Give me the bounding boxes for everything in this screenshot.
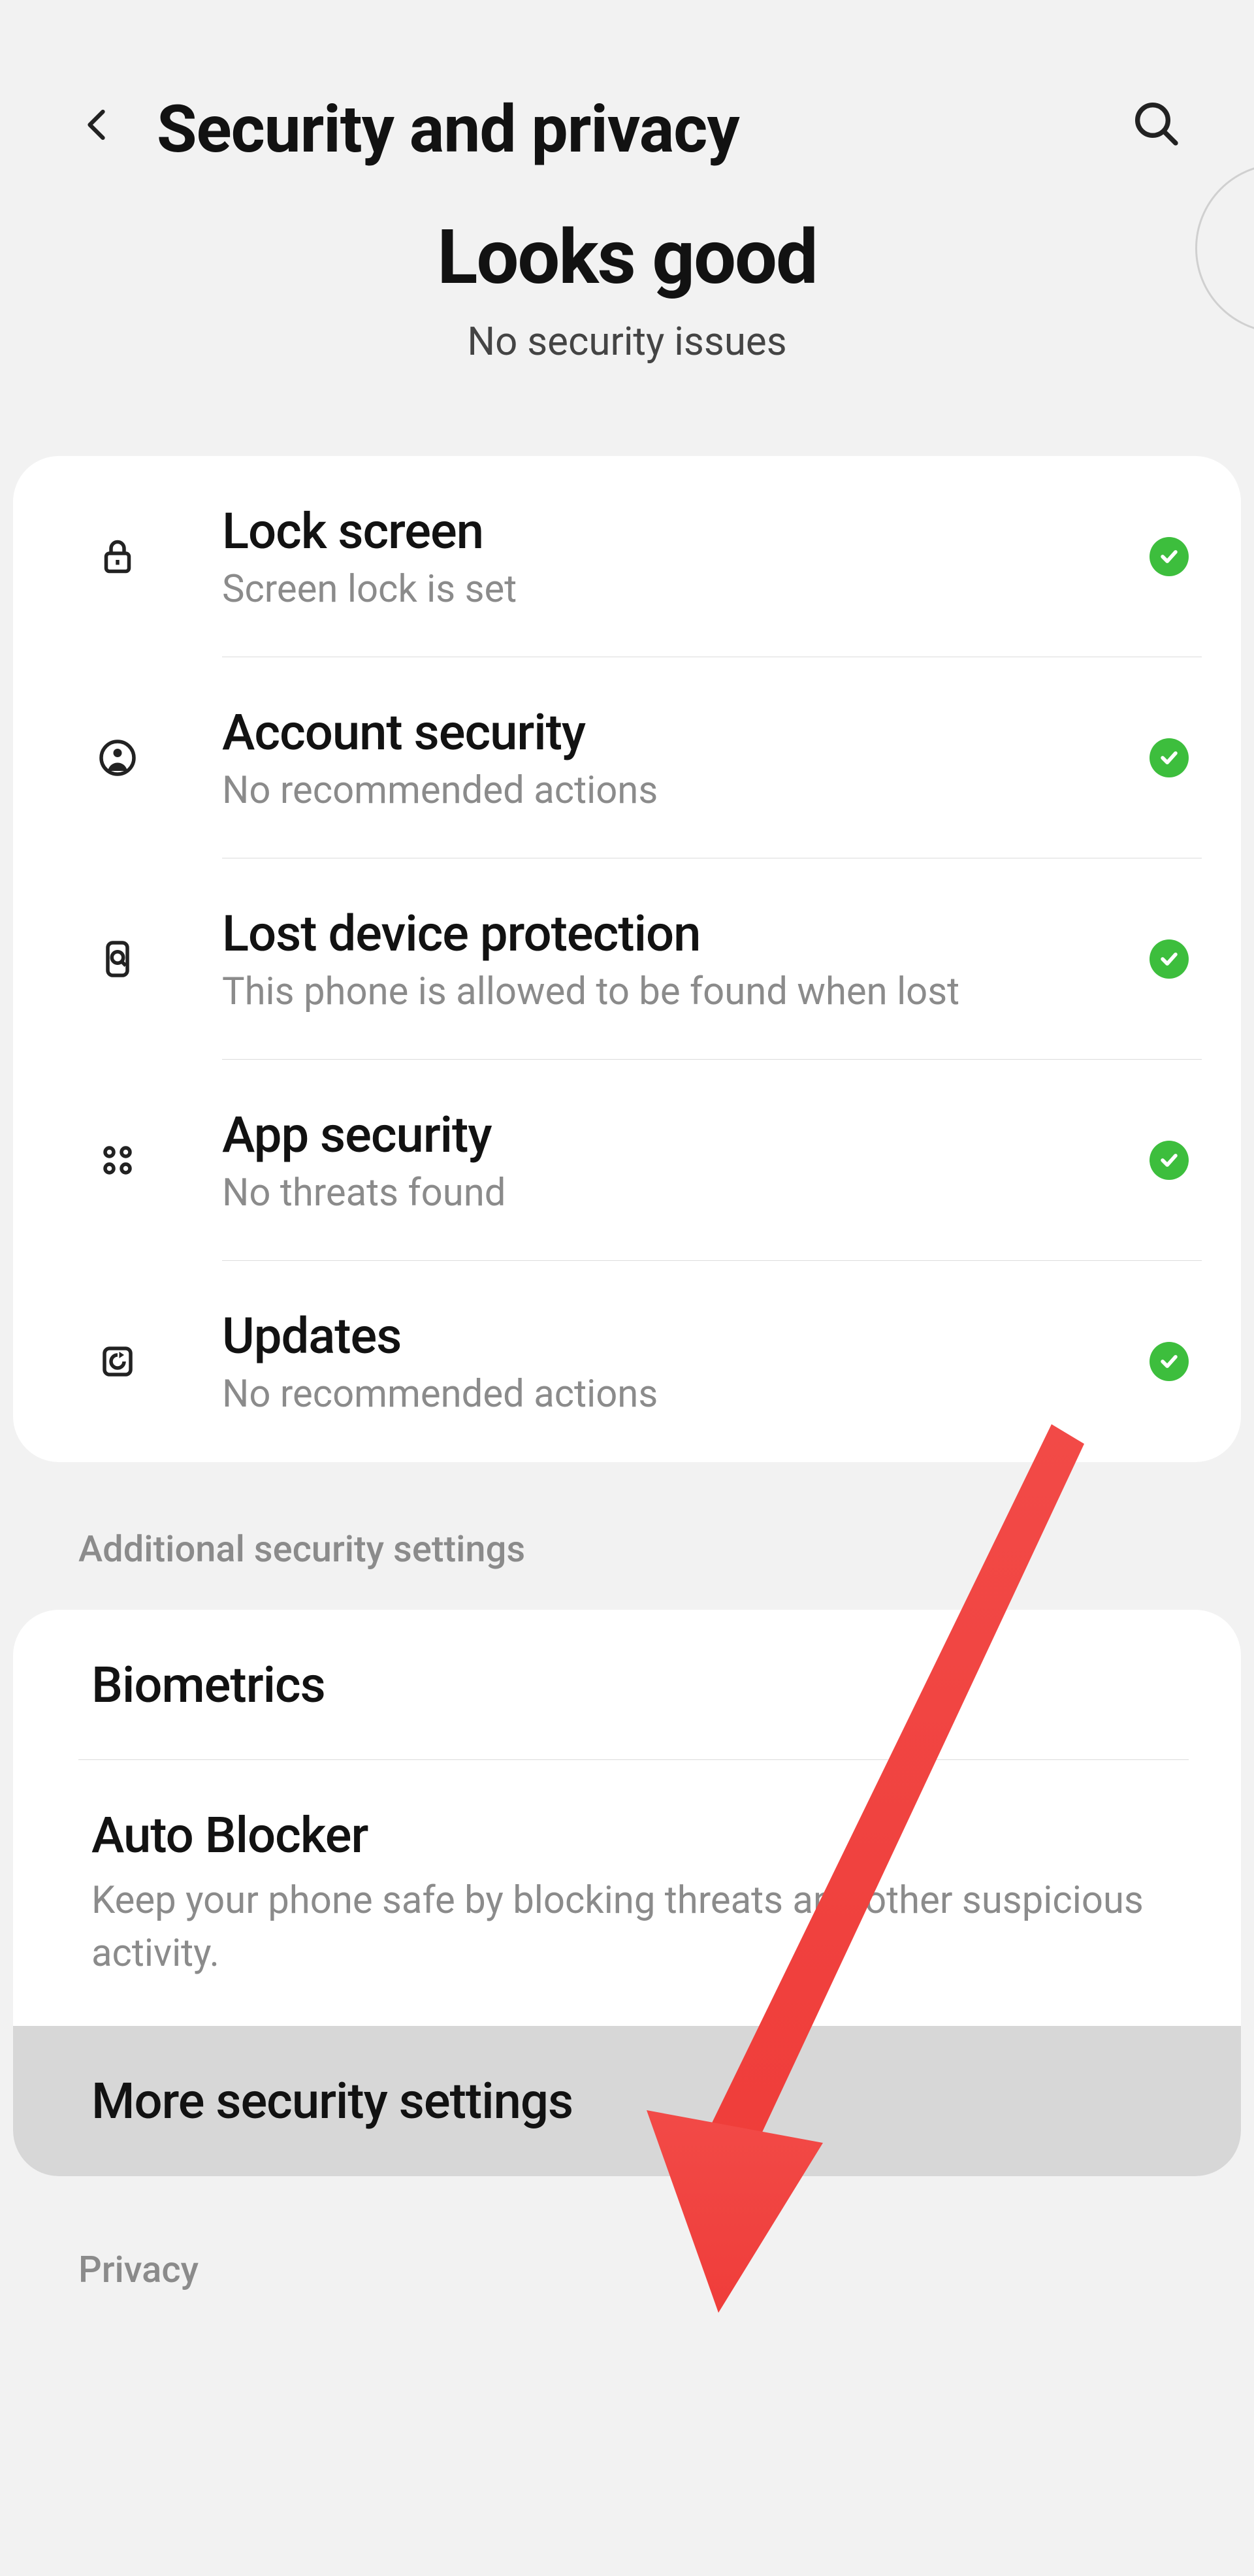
item-title: More security settings <box>91 2072 1189 2130</box>
item-more-security-settings[interactable]: More security settings <box>13 2026 1241 2176</box>
item-subtitle: No threats found <box>222 1171 1130 1215</box>
item-subtitle: Keep your phone safe by blocking threats… <box>91 1874 1189 1980</box>
status-ok-icon <box>1150 1342 1189 1381</box>
section-label-privacy: Privacy <box>0 2202 1254 2291</box>
apps-icon <box>91 1134 144 1186</box>
item-subtitle: No recommended actions <box>222 768 1130 813</box>
item-title: Biometrics <box>91 1655 1189 1714</box>
item-updates[interactable]: Updates No recommended actions <box>13 1261 1241 1462</box>
update-icon <box>91 1335 144 1388</box>
search-button[interactable] <box>1130 97 1182 163</box>
item-subtitle: No recommended actions <box>222 1372 1130 1416</box>
additional-settings-card: Biometrics Auto Blocker Keep your phone … <box>13 1610 1241 2176</box>
item-title: Updates <box>222 1307 1130 1365</box>
item-lost-device[interactable]: Lost device protection This phone is all… <box>13 858 1241 1060</box>
section-label-additional: Additional security settings <box>0 1488 1254 1610</box>
item-subtitle: This phone is allowed to be found when l… <box>222 970 1130 1014</box>
item-title: Lost device protection <box>222 904 1130 963</box>
security-overview-card: Lock screen Screen lock is set Account s… <box>13 456 1241 1462</box>
back-button[interactable] <box>78 95 118 164</box>
item-lock-screen[interactable]: Lock screen Screen lock is set <box>13 456 1241 657</box>
device-search-icon <box>91 933 144 985</box>
item-biometrics[interactable]: Biometrics <box>13 1610 1241 1760</box>
header-bar: Security and privacy <box>0 0 1254 194</box>
status-ok-icon <box>1150 939 1189 979</box>
status-hero: Looks good No security issues <box>0 194 1254 456</box>
status-subtitle: No security issues <box>39 318 1215 365</box>
status-title: Looks good <box>39 214 1215 302</box>
item-title: Lock screen <box>222 502 1130 561</box>
item-subtitle: Screen lock is set <box>222 567 1130 611</box>
item-title: Auto Blocker <box>91 1806 1189 1865</box>
item-app-security[interactable]: App security No threats found <box>13 1060 1241 1261</box>
page-title: Security and privacy <box>157 91 1091 168</box>
status-ok-icon <box>1150 1141 1189 1180</box>
item-title: Account security <box>222 703 1130 762</box>
lock-icon <box>91 530 144 583</box>
person-circle-icon <box>91 732 144 784</box>
status-ok-icon <box>1150 537 1189 576</box>
item-auto-blocker[interactable]: Auto Blocker Keep your phone safe by blo… <box>13 1760 1241 2026</box>
status-ok-icon <box>1150 738 1189 777</box>
item-account-security[interactable]: Account security No recommended actions <box>13 657 1241 858</box>
item-title: App security <box>222 1105 1130 1164</box>
